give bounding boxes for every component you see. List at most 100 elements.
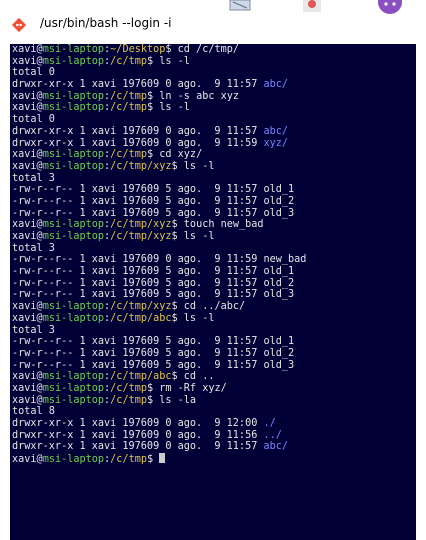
- command-text: ls -l: [183, 231, 215, 242]
- prompt-line: xavi@msi-laptop:/c/tmp$ ls -la: [12, 394, 197, 406]
- output-text: -rw-r--r-- 1 xavi 197609 5 ago. 9 11:57 …: [12, 207, 295, 219]
- prompt-host: msi-laptop: [42, 454, 105, 466]
- output-text: -rw-r--r-- 1 xavi 197609 5 ago. 9 11:57 …: [12, 289, 295, 301]
- prompt-host: msi-laptop: [42, 219, 105, 231]
- prompt-line: xavi@msi-laptop:/c/tmp$ rm -Rf xyz/: [12, 382, 227, 394]
- output-text: drwxr-xr-x 1 xavi 197609 0 ago. 9 11:57: [12, 441, 264, 453]
- directory-name: abc/: [263, 125, 289, 137]
- output-line: drwxr-xr-x 1 xavi 197609 0 ago. 9 11:57 …: [12, 441, 416, 453]
- prompt-user: xavi: [12, 382, 37, 394]
- prompt-line: xavi@msi-laptop:/c/tmp/abc$ ls -l: [12, 312, 215, 324]
- output-line: drwxr-xr-x 1 xavi 197609 0 ago. 9 11:56 …: [12, 430, 416, 442]
- output-line: -rw-r--r-- 1 xavi 197609 5 ago. 9 11:57 …: [12, 336, 416, 348]
- prompt-host: msi-laptop: [42, 371, 105, 383]
- prompt-user: xavi: [12, 44, 37, 55]
- prompt-line: xavi@msi-laptop:/c/tmp/xyz$ touch new_ba…: [12, 219, 264, 231]
- directory-name: abc/: [263, 79, 289, 91]
- prompt-line: xavi@msi-laptop:/c/tmp$ cd xyz/: [12, 149, 203, 161]
- output-line: -rw-r--r-- 1 xavi 197609 5 ago. 9 11:57 …: [12, 196, 416, 208]
- output-text: total 0: [12, 114, 55, 126]
- command-text: ls -l: [183, 160, 215, 172]
- prompt-path: /c/tmp/abc: [110, 312, 172, 324]
- prompt-path: /c/tmp/xyz: [110, 231, 172, 242]
- prompt-line: xavi@msi-laptop:/c/tmp/xyz$ cd ../abc/: [12, 301, 246, 313]
- output-text: drwxr-xr-x 1 xavi 197609 0 ago. 9 12:00: [12, 418, 264, 429]
- output-text: total 0: [12, 67, 55, 79]
- prompt-user: xavi: [12, 312, 37, 324]
- window-title: /usr/bin/bash --login -i: [40, 16, 172, 30]
- output-text: total 3: [12, 172, 55, 184]
- prompt-path: /c/tmp: [110, 149, 147, 161]
- prompt-host: msi-laptop: [42, 382, 105, 394]
- prompt-line: xavi@msi-laptop:/c/tmp/xyz$ ls -l: [12, 231, 215, 242]
- output-line: total 3: [12, 243, 416, 255]
- output-text: -rw-r--r-- 1 xavi 197609 5 ago. 9 11:57 …: [12, 195, 295, 207]
- prompt-line: xavi@msi-laptop:/c/tmp$ ls -l: [12, 55, 190, 67]
- output-text: drwxr-xr-x 1 xavi 197609 0 ago. 9 11:59: [12, 137, 264, 149]
- output-line: -rw-r--r-- 1 xavi 197609 5 ago. 9 11:57 …: [12, 208, 416, 220]
- directory-name: xyz/: [263, 137, 289, 149]
- directory-name: abc/: [263, 441, 289, 453]
- prompt-path: /c/tmp: [110, 382, 147, 394]
- text-cursor: [159, 453, 166, 464]
- prompt-line: xavi@msi-laptop:/c/tmp$ ln -s abc xyz: [12, 90, 239, 102]
- terminal-output[interactable]: xavi@msi-laptop:~/Desktop$ cd /c/tmp/xav…: [10, 44, 416, 540]
- prompt-path: /c/tmp/xyz: [110, 219, 172, 231]
- prompt-line: xavi@msi-laptop:/c/tmp/abc$ cd ..: [12, 371, 215, 383]
- output-line: -rw-r--r-- 1 xavi 197609 5 ago. 9 11:57 …: [12, 348, 416, 360]
- prompt-host: msi-laptop: [42, 44, 105, 55]
- prompt-path: /c/tmp: [110, 55, 147, 67]
- output-line: drwxr-xr-x 1 xavi 197609 0 ago. 9 11:59 …: [12, 138, 416, 150]
- command-text: cd /c/tmp/: [177, 44, 239, 55]
- output-line: drwxr-xr-x 1 xavi 197609 0 ago. 9 11:57 …: [12, 79, 416, 91]
- prompt-path: /c/tmp/xyz: [110, 301, 172, 313]
- command-text: cd xyz/: [159, 149, 203, 161]
- output-text: -rw-r--r-- 1 xavi 197609 5 ago. 9 11:57 …: [12, 277, 295, 289]
- prompt-user: xavi: [12, 371, 37, 383]
- output-line: drwxr-xr-x 1 xavi 197609 0 ago. 9 12:00 …: [12, 418, 416, 430]
- prompt-user: xavi: [12, 90, 37, 102]
- command-text: ls -l: [159, 55, 190, 67]
- output-line: drwxr-xr-x 1 xavi 197609 0 ago. 9 11:57 …: [12, 126, 416, 138]
- output-line: -rw-r--r-- 1 xavi 197609 0 ago. 9 11:59 …: [12, 254, 416, 266]
- prompt-host: msi-laptop: [42, 160, 105, 172]
- command-text: ls -l: [159, 102, 190, 114]
- prompt-host: msi-laptop: [42, 394, 105, 406]
- output-line: -rw-r--r-- 1 xavi 197609 5 ago. 9 11:57 …: [12, 184, 416, 196]
- background-record-icon: [303, 0, 321, 12]
- prompt-host: msi-laptop: [42, 55, 105, 67]
- output-line: total 8: [12, 406, 416, 418]
- prompt-path: /c/tmp: [110, 102, 147, 114]
- output-text: -rw-r--r-- 1 xavi 197609 5 ago. 9 11:57 …: [12, 347, 295, 359]
- prompt-user: xavi: [12, 219, 37, 231]
- output-text: -rw-r--r-- 1 xavi 197609 5 ago. 9 11:57 …: [12, 184, 295, 196]
- title-bar[interactable]: /usr/bin/bash --login -i: [0, 0, 426, 44]
- prompt-path: /c/tmp: [110, 454, 147, 466]
- prompt-path: /c/tmp/abc: [110, 371, 172, 383]
- prompt-path: /c/tmp: [110, 394, 147, 406]
- directory-name: ./: [263, 418, 276, 429]
- background-app-icon: [229, 0, 251, 11]
- prompt-host: msi-laptop: [42, 312, 105, 324]
- output-text: total 3: [12, 324, 55, 336]
- prompt-user: xavi: [12, 231, 37, 242]
- output-text: total 8: [12, 406, 55, 418]
- prompt-path: /c/tmp/xyz: [110, 160, 172, 172]
- command-text: cd ..: [183, 371, 215, 383]
- output-text: -rw-r--r-- 1 xavi 197609 5 ago. 9 11:57 …: [12, 336, 295, 348]
- prompt-host: msi-laptop: [42, 231, 105, 242]
- prompt-user: xavi: [12, 149, 37, 161]
- prompt-user: xavi: [12, 394, 37, 406]
- prompt-line: xavi@msi-laptop:/c/tmp$: [12, 453, 416, 465]
- prompt-path: ~/Desktop: [110, 44, 166, 55]
- prompt-line: xavi@msi-laptop:~/Desktop$ cd /c/tmp/: [12, 44, 239, 55]
- output-text: total 3: [12, 242, 55, 254]
- prompt-user: xavi: [12, 160, 37, 172]
- prompt-host: msi-laptop: [42, 90, 105, 102]
- prompt-user: xavi: [12, 55, 37, 67]
- output-line: -rw-r--r-- 1 xavi 197609 5 ago. 9 11:57 …: [12, 360, 416, 372]
- prompt-host: msi-laptop: [42, 149, 105, 161]
- prompt-path: /c/tmp: [110, 90, 147, 102]
- output-line: total 0: [12, 114, 416, 126]
- prompt-host: msi-laptop: [42, 301, 105, 313]
